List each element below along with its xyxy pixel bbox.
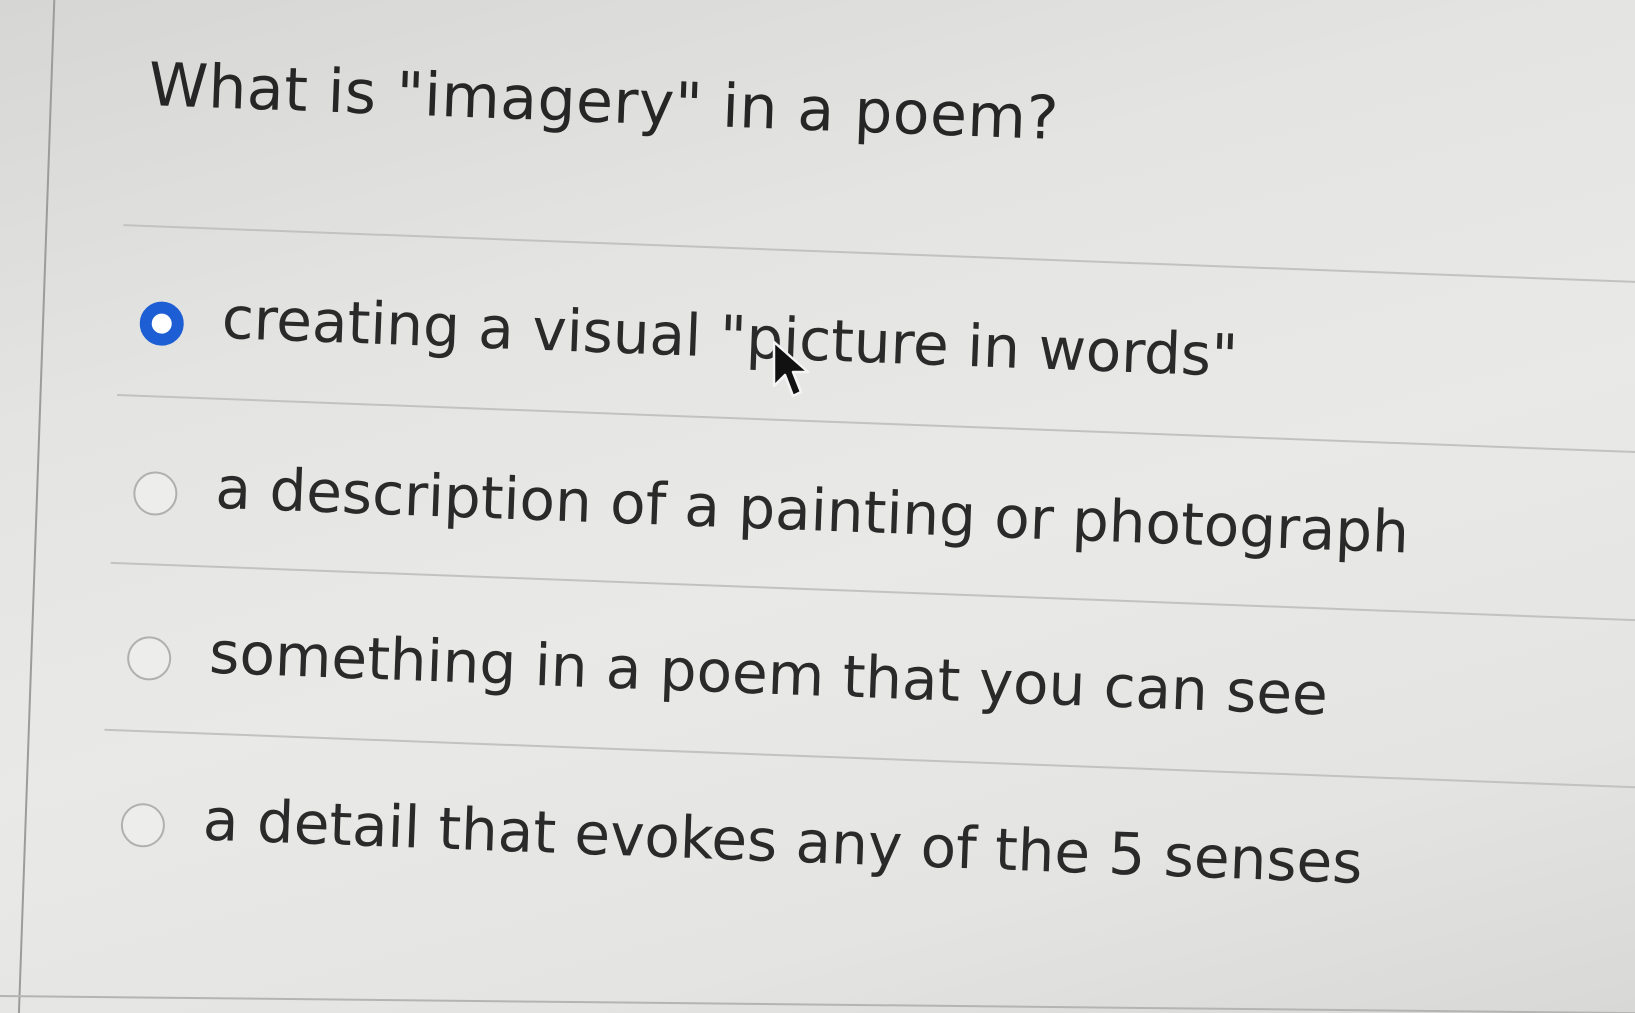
radio-button[interactable] bbox=[120, 802, 166, 849]
quiz-screen: What is "imagery" in a poem? creating a … bbox=[0, 0, 1635, 1013]
answer-option-label[interactable]: something in a poem that you can see bbox=[208, 619, 1329, 729]
radio-button[interactable] bbox=[126, 635, 172, 682]
answer-option-2[interactable]: a description of a painting or photograp… bbox=[131, 445, 1534, 597]
answer-option-label[interactable]: a description of a painting or photograp… bbox=[214, 454, 1410, 567]
question-text: What is "imagery" in a poem? bbox=[147, 50, 1061, 155]
answer-option-label[interactable]: a detail that evokes any of the 5 senses bbox=[202, 786, 1364, 897]
answer-option-4[interactable]: a detail that evokes any of the 5 senses bbox=[119, 776, 1522, 928]
answer-option-label[interactable]: creating a visual "picture in words" bbox=[221, 284, 1239, 390]
mouse-pointer-icon bbox=[772, 340, 810, 398]
quiz-question-block: What is "imagery" in a poem? creating a … bbox=[104, 50, 1635, 1013]
panel-left-border bbox=[17, 0, 56, 1013]
radio-button-selected[interactable] bbox=[138, 300, 185, 347]
divider bbox=[123, 224, 1635, 285]
radio-button[interactable] bbox=[132, 470, 179, 517]
